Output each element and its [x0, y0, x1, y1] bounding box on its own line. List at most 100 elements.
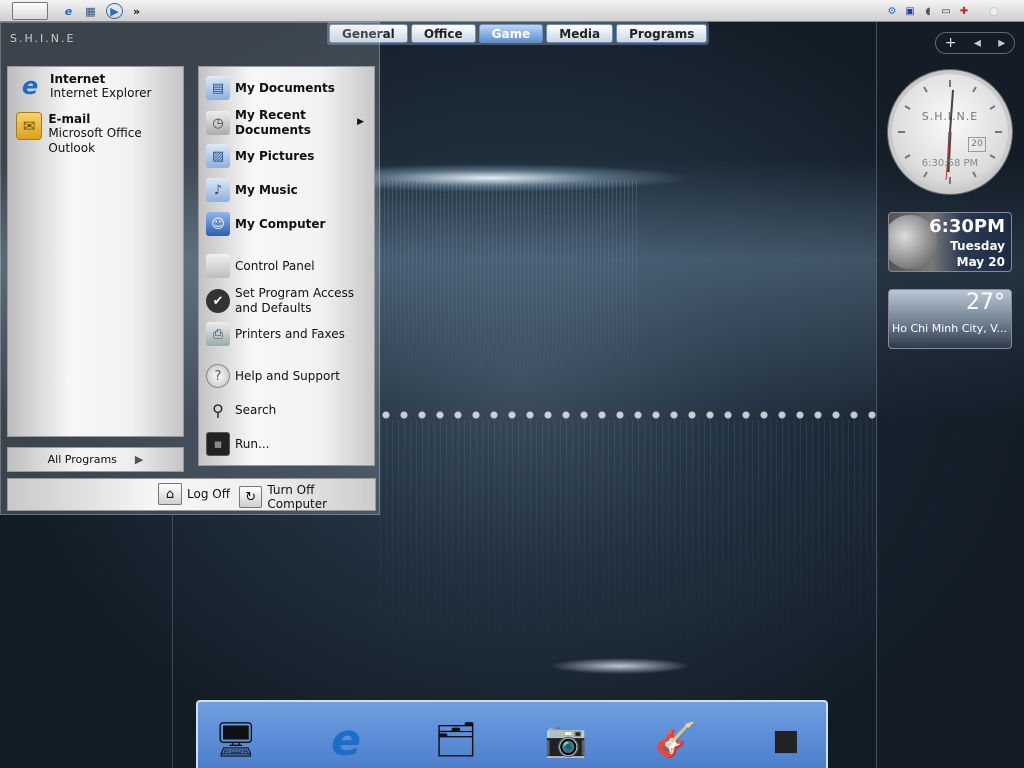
monitor-icon[interactable]: ▣ [902, 3, 918, 19]
arrow-right-icon: ▶ [134, 453, 144, 466]
menu-item-label: Control Panel [235, 258, 315, 273]
documents-icon: ▤ [206, 76, 230, 100]
clock-brand: S.H.I.N.E [921, 110, 979, 123]
clock-gadget[interactable]: S.H.I.N.E 20 6:30:58 PM [888, 70, 1012, 194]
menu-item-label: Run... [235, 436, 270, 451]
desktop-dock-icon[interactable]: 🖥 [208, 710, 264, 768]
printer-icon: ⎙ [206, 322, 230, 346]
control-panel-icon [206, 254, 230, 278]
start-button[interactable] [12, 2, 48, 20]
log-off-label: Log Off [187, 487, 230, 501]
wallpaper-reflection [380, 420, 880, 660]
music-dock-icon[interactable]: 🎸 [648, 710, 704, 768]
weather-temperature: 27° [966, 290, 1005, 315]
wallpaper-line [172, 515, 173, 768]
menu-brand: S.H.I.N.E [10, 32, 76, 45]
help-icon: ? [206, 364, 230, 388]
menu-item-label: Search [235, 402, 277, 417]
turn-off-label: Turn Off Computer [267, 483, 328, 511]
calendar-time: 6:30PM [929, 216, 1005, 237]
menu-item-my-recent-documents[interactable]: ◷ My Recent Documents [206, 108, 311, 138]
wallpaper-rain [380, 180, 640, 400]
pinned-internet[interactable]: e Internet Internet Explorer [16, 72, 152, 101]
category-tabs: General Office Game Media Programs [327, 22, 710, 45]
gadget-sidebar: + ◂ ▸ S.H.I.N.E 20 6:30:58 PM 6:30PM Tue… [876, 22, 1024, 768]
tab-office[interactable]: Office [410, 24, 476, 43]
outlook-icon: ✉ [16, 112, 43, 140]
music-icon: ♪ [206, 178, 230, 202]
ie-icon[interactable]: e [60, 3, 77, 19]
clock-date: 20 [968, 137, 986, 152]
menu-item-label: My Computer [235, 216, 326, 231]
top-taskbar: e ▦ ▶ » ⚙ ▣ ◖ ▭ ✚ ● [0, 0, 1024, 22]
computer-icon: ☺ [206, 212, 230, 236]
menu-item-my-pictures[interactable]: ▨ My Pictures [206, 144, 314, 168]
clock-digital-time: 6:30:58 PM [921, 158, 979, 169]
checkmark-icon: ✔ [206, 289, 230, 313]
calendar-day: Tuesday [950, 239, 1005, 253]
pinned-subtitle: Microsoft Office Outlook [48, 126, 142, 155]
pinned-title: E-mail [48, 112, 91, 126]
tab-game[interactable]: Game [478, 24, 544, 43]
prev-icon[interactable]: ◂ [974, 35, 981, 51]
tab-programs[interactable]: Programs [616, 24, 708, 43]
media-icon[interactable]: ▦ [82, 3, 99, 19]
recent-icon: ◷ [206, 111, 230, 135]
pinned-subtitle: Internet Explorer [50, 86, 152, 100]
menu-item-help-support[interactable]: ? Help and Support [206, 364, 340, 388]
calendar-date: May 20 [956, 255, 1005, 269]
menu-item-set-program-access[interactable]: ✔ Set Program Access and Defaults [206, 286, 354, 316]
tab-media[interactable]: Media [546, 24, 614, 43]
pinned-email[interactable]: ✉ E-mail Microsoft Office Outlook [16, 112, 183, 156]
all-programs-label: All Programs [47, 453, 117, 466]
run-icon: ▪ [206, 432, 230, 456]
pinned-title: Internet [50, 72, 106, 86]
menu-item-label: Help and Support [235, 368, 340, 383]
weather-gadget[interactable]: 27° Ho Chi Minh City, V... [888, 289, 1012, 349]
dot-icon[interactable]: ● [986, 3, 1002, 19]
power-icon: ↻ [239, 486, 263, 508]
menu-item-my-computer[interactable]: ☺ My Computer [206, 212, 325, 236]
menu-item-label: My Pictures [235, 148, 315, 163]
player-icon[interactable]: ▶ [106, 3, 123, 19]
menu-item-label: My Music [235, 182, 298, 197]
sidebar-controls: + ◂ ▸ [935, 32, 1015, 54]
menu-item-my-documents[interactable]: ▤ My Documents [206, 76, 335, 100]
pinned-programs-pane: e Internet Internet Explorer ✉ E-mail Mi… [7, 66, 184, 437]
log-off-button[interactable]: ⌂ Log Off [158, 483, 230, 505]
start-menu: S.H.I.N.E e Internet Internet Explorer ✉… [0, 22, 380, 515]
power-bar: ⌂ Log Off ↻ Turn Off Computer [7, 478, 376, 511]
label-line-2: and Defaults [235, 301, 312, 315]
menu-item-printers-faxes[interactable]: ⎙ Printers and Faxes [206, 322, 345, 346]
battery-icon[interactable]: ▭ [938, 3, 954, 19]
menu-item-label: My Documents [235, 80, 335, 95]
submenu-arrow-icon: ▶ [357, 117, 364, 127]
security-icon[interactable]: ✚ [956, 3, 972, 19]
label-line-2: Documents [235, 123, 311, 137]
all-programs-button[interactable]: All Programs ▶ [7, 447, 184, 472]
menu-item-label: Printers and Faxes [235, 326, 345, 341]
turn-off-button[interactable]: ↻ Turn Off Computer [239, 483, 375, 511]
search-icon: ⚲ [212, 400, 224, 420]
home-icon: ⌂ [158, 483, 182, 505]
documents-dock-icon[interactable]: 🗂 [428, 710, 484, 768]
calendar-gadget[interactable]: 6:30PM Tuesday May 20 [888, 212, 1012, 272]
camera-dock-icon[interactable]: 📷 [538, 710, 594, 768]
menu-item-run[interactable]: ▪ Run... [206, 432, 269, 456]
menu-item-control-panel[interactable]: Control Panel [206, 254, 315, 278]
dock-app-icon[interactable]: ◼ [758, 710, 814, 768]
wallpaper-lights [380, 410, 880, 420]
menu-item-my-music[interactable]: ♪ My Music [206, 178, 298, 202]
menu-item-search[interactable]: ⚲ Search [206, 398, 276, 422]
ie-icon: e [21, 72, 39, 100]
volume-icon[interactable]: ◖ [920, 3, 936, 19]
network-icon[interactable]: ⚙ [884, 3, 900, 19]
next-icon[interactable]: ▸ [998, 35, 1005, 51]
ie-dock-icon[interactable]: e [318, 710, 374, 768]
weather-city: Ho Chi Minh City, V... [892, 322, 1007, 335]
menu-item-label: Set Program Access and Defaults [235, 286, 354, 316]
overflow-icon[interactable]: » [128, 3, 145, 19]
label-line-1: My Recent [235, 108, 306, 122]
clock-face-icon [898, 80, 1002, 184]
add-gadget-icon[interactable]: + [945, 35, 957, 51]
